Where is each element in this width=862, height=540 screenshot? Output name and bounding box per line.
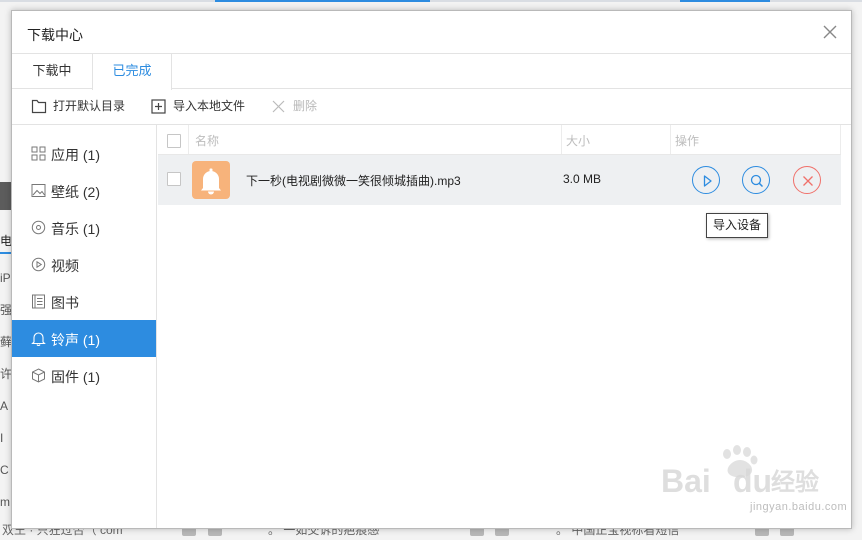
table-row[interactable]: 下一秒(电视剧微微一笑很倾城插曲).mp3 3.0 MB	[158, 155, 841, 205]
sidebar-item-books[interactable]: 图书	[12, 283, 156, 320]
file-name: 下一秒(电视剧微微一笑很倾城插曲).mp3	[246, 174, 461, 188]
sidebar-item-videos[interactable]: 视频	[12, 246, 156, 283]
import-to-device-button[interactable]	[742, 166, 770, 194]
sidebar-item-label: 音乐 (1)	[51, 221, 100, 237]
delete-x-icon	[272, 100, 285, 113]
play-icon	[703, 175, 712, 187]
remove-button[interactable]	[793, 166, 821, 194]
music-icon	[31, 220, 46, 235]
import-device-tooltip: 导入设备	[706, 213, 769, 238]
background-top-line	[0, 0, 862, 2]
apps-icon	[31, 146, 46, 161]
toolbar: 打开默认目录 导入本地文件 删除	[12, 89, 851, 125]
row-checkbox[interactable]	[167, 172, 181, 186]
column-header-size: 大小	[566, 134, 591, 148]
file-size: 3.0 MB	[563, 172, 602, 186]
svg-text:Bai: Bai	[661, 463, 711, 499]
column-separator	[561, 125, 562, 154]
tab-downloading[interactable]: 下载中	[12, 54, 92, 89]
table-header: 名称 大小 操作	[158, 125, 841, 155]
select-all-checkbox[interactable]	[167, 134, 181, 148]
sidebar-item-ringtones[interactable]: 铃声 (1)	[12, 320, 156, 357]
delete-button[interactable]: 删除	[271, 89, 331, 124]
category-sidebar: 应用 (1) 壁纸 (2) 音乐 (1) 视频 图书 铃声 (1) 固件 (1)	[12, 125, 157, 528]
ringtone-file-icon	[192, 161, 230, 199]
tab-completed[interactable]: 已完成	[92, 54, 172, 90]
column-header-actions: 操作	[675, 134, 700, 148]
sidebar-item-label: 应用 (1)	[51, 147, 100, 163]
column-separator	[188, 125, 189, 154]
svg-text:经验: 经验	[771, 468, 819, 496]
box-icon	[32, 368, 45, 383]
open-default-dir-label: 打开默认目录	[53, 99, 126, 113]
watermark-url: jingyan.baidu.com	[750, 501, 848, 513]
folder-icon	[31, 99, 47, 114]
sidebar-item-label: 壁纸 (2)	[51, 184, 100, 200]
close-button[interactable]	[820, 22, 840, 42]
import-local-file-button[interactable]: 导入本地文件	[151, 89, 251, 124]
sidebar-item-wallpapers[interactable]: 壁纸 (2)	[12, 172, 156, 209]
sidebar-item-music[interactable]: 音乐 (1)	[12, 209, 156, 246]
sidebar-item-apps[interactable]: 应用 (1)	[12, 135, 156, 172]
column-separator	[670, 125, 671, 154]
tab-bar: 下载中 已完成	[12, 53, 851, 90]
search-icon	[750, 174, 764, 188]
bell-icon	[201, 168, 221, 195]
svg-text:du: du	[733, 463, 772, 499]
book-icon	[32, 294, 45, 309]
open-default-dir-button[interactable]: 打开默认目录	[31, 89, 131, 124]
play-button[interactable]	[692, 166, 720, 194]
dialog-title: 下载中心	[27, 27, 83, 43]
sidebar-item-label: 视频	[51, 258, 79, 274]
sidebar-item-label: 图书	[51, 295, 79, 311]
bell-icon	[31, 332, 46, 346]
delete-label: 删除	[293, 99, 318, 113]
video-icon	[31, 257, 46, 272]
column-separator	[840, 125, 841, 154]
plus-box-icon	[151, 99, 166, 114]
import-local-file-label: 导入本地文件	[173, 99, 246, 113]
column-header-name: 名称	[195, 134, 220, 148]
close-icon	[803, 176, 813, 186]
sidebar-item-label: 铃声 (1)	[51, 332, 100, 348]
baidu-paw-logo: Bai du 经验	[661, 445, 819, 499]
image-icon	[31, 184, 46, 197]
sidebar-item-firmware[interactable]: 固件 (1)	[12, 357, 156, 394]
sidebar-item-label: 固件 (1)	[51, 369, 100, 385]
close-icon	[823, 25, 837, 39]
title-bar: 下载中心	[12, 11, 851, 53]
